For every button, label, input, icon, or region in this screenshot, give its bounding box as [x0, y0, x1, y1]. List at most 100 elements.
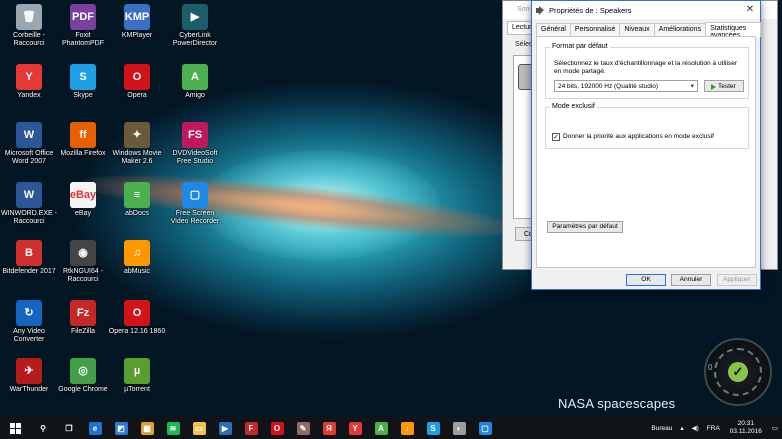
desktop-icon[interactable]: ◉ RtkNGUI64 - Raccourci	[54, 240, 112, 284]
app-icon: ▢	[182, 182, 208, 208]
desktop-icon-label: RtkNGUI64 - Raccourci	[62, 268, 104, 283]
desktop-icon[interactable]: ♫ abMusic	[108, 240, 166, 276]
desktop-icon-label: Windows Movie Maker 2.6	[112, 150, 162, 165]
taskbar-item[interactable]: S	[420, 417, 446, 439]
app-icon: ↻	[16, 300, 42, 326]
exclusive-mode-title: Mode exclusif	[550, 103, 597, 110]
taskbar-item[interactable]: ⚲	[30, 417, 56, 439]
cancel-button[interactable]: Annuler	[671, 274, 711, 286]
desktop-icon-label: Amigo	[185, 92, 205, 99]
app-icon: PDF	[70, 4, 96, 30]
desktop-icon[interactable]: eBay eBay	[54, 182, 112, 218]
desktop-icon[interactable]: S Skype	[54, 64, 112, 100]
taskbar-item[interactable]: ▶	[212, 417, 238, 439]
desktop-icon[interactable]: ◎ Google Chrome	[54, 358, 112, 394]
tab-personnalis-[interactable]: Personnalisé	[569, 23, 621, 37]
desktop-label[interactable]: Bureau	[651, 425, 672, 432]
tab-am-liorations[interactable]: Améliorations	[653, 23, 707, 37]
app-icon: ✦	[124, 122, 150, 148]
desktop-icon[interactable]: W WINWORD.EXE - Raccourci	[0, 182, 58, 226]
taskbar-item[interactable]: ❐	[56, 417, 82, 439]
desktop-icon[interactable]: 🗑 Corbeille - Raccourci	[0, 4, 58, 48]
exclusive-priority-checkbox[interactable]: ✓	[552, 133, 560, 141]
ok-button[interactable]: OK	[626, 274, 666, 286]
tab-statistiques-avanc-es[interactable]: Statistiques avancées	[705, 22, 761, 39]
format-select-value: 24 bits, 192000 Hz (Qualité studio)	[558, 83, 659, 90]
desktop-icon[interactable]: ≡ abDocs	[108, 182, 166, 218]
test-button[interactable]: Tester	[704, 80, 744, 92]
start-button[interactable]	[0, 417, 30, 439]
exclusive-priority-label[interactable]: Donner la priorité aux applications en m…	[563, 133, 714, 140]
desktop-icon[interactable]: Y Yandex	[0, 64, 58, 100]
app-icon: ▦	[140, 421, 154, 435]
taskbar-item[interactable]: O	[264, 417, 290, 439]
store-icon: ◩	[114, 421, 128, 435]
taskbar-item[interactable]: ≋	[160, 417, 186, 439]
app-icon: µ	[124, 358, 150, 384]
desktop-icon[interactable]: ▢ Free Screen Video Recorder	[166, 182, 224, 226]
notifications-icon[interactable]: ▭	[772, 424, 778, 432]
apply-button[interactable]: Appliquer	[717, 274, 757, 286]
spotify-icon: ≋	[166, 421, 180, 435]
desktop-icon-label: eBay	[75, 210, 91, 217]
taskbar-item[interactable]: ◩	[108, 417, 134, 439]
language-indicator[interactable]: FRA	[707, 425, 720, 432]
clock[interactable]: 20:31 03.11.2016	[730, 420, 762, 436]
desktop: NASA spacescapes 🗑 Corbeille - Raccourci P…	[0, 0, 782, 417]
restore-defaults-button[interactable]: Paramètres par défaut	[547, 221, 623, 233]
network-icon[interactable]: ▴	[680, 424, 683, 432]
desktop-icon[interactable]: KMP KMPlayer	[108, 4, 166, 40]
tab-panel-advanced: Format par défaut Sélectionnez le taux d…	[536, 36, 756, 268]
app-icon: Y	[16, 64, 42, 90]
app-icon: W	[16, 122, 42, 148]
desktop-icon-label: Mozilla Firefox	[60, 150, 106, 157]
opera-icon: O	[270, 421, 284, 435]
desktop-icon[interactable]: ▶ CyberLink PowerDirector	[166, 4, 224, 48]
screen-recorder-icon: ▢	[478, 421, 492, 435]
desktop-icon[interactable]: A Amigo	[166, 64, 224, 100]
speakers-properties-dialog[interactable]: Propriétés de : Speakers ✕ Général Person…	[531, 0, 761, 290]
clock-date: 03.11.2016	[729, 428, 762, 435]
desktop-icon[interactable]: FS DVDVideoSoft Free Studio	[166, 122, 224, 166]
desktop-icon[interactable]: ✈ WarThunder	[0, 358, 58, 394]
desktop-icon[interactable]: ff Mozilla Firefox	[54, 122, 112, 158]
desktop-icon[interactable]: Fz FileZilla	[54, 300, 112, 336]
desktop-icon[interactable]: µ µTorrent	[108, 358, 166, 394]
desktop-icon-label: abMusic	[123, 268, 151, 275]
taskbar-item[interactable]: ▢	[472, 417, 498, 439]
desktop-icon[interactable]: O Opera	[108, 64, 166, 100]
tab-niveaux[interactable]: Niveaux	[619, 23, 655, 37]
dialog-titlebar[interactable]: Propriétés de : Speakers ✕	[532, 1, 760, 19]
default-format-description: Sélectionnez le taux d'échantillonnage e…	[554, 60, 738, 75]
taskbar-item[interactable]: Я	[316, 417, 342, 439]
volume-icon[interactable]: ◀)	[692, 424, 699, 432]
desktop-icon[interactable]: W Microsoft Office Word 2007	[0, 122, 58, 166]
taskbar-item[interactable]: A	[368, 417, 394, 439]
taskbar-item[interactable]: F	[238, 417, 264, 439]
close-button[interactable]: ✕	[744, 4, 756, 16]
desktop-icon-label: KMPlayer	[121, 32, 153, 39]
desktop-icon[interactable]: PDF Foxit PhantomPDF	[54, 4, 112, 48]
desktop-icon-label: Yandex	[17, 92, 41, 99]
format-select[interactable]: 24 bits, 192000 Hz (Qualité studio) ▾	[554, 80, 698, 92]
taskbar-item[interactable]: ✎	[290, 417, 316, 439]
desktop-icon-label: Corbeille - Raccourci	[13, 32, 45, 47]
taskbar-item[interactable]: ♪	[394, 417, 420, 439]
app-icon: S	[70, 64, 96, 90]
dialog-title: Propriétés de : Speakers	[549, 5, 632, 15]
taskbar-item[interactable]: ◐	[446, 417, 472, 439]
taskbar-item[interactable]: ▦	[134, 417, 160, 439]
app-icon: ff	[70, 122, 96, 148]
desktop-icon[interactable]: ✦ Windows Movie Maker 2.6	[108, 122, 166, 166]
tab-g-n-ral[interactable]: Général	[536, 23, 571, 37]
taskbar-item[interactable]: e	[82, 417, 108, 439]
desktop-icon[interactable]: O Opera 12.16 1860	[108, 300, 166, 336]
desktop-icon[interactable]: B Bitdefender 2017	[0, 240, 58, 276]
gauge-widget[interactable]: 0 ✓	[704, 338, 772, 406]
taskbar-item[interactable]: ▭	[186, 417, 212, 439]
taskbar-item[interactable]: Y	[342, 417, 368, 439]
system-tray: Bureau ▴ ◀) FRA 20:31 03.11.2016 ▭	[647, 417, 782, 439]
check-icon: ✓	[728, 362, 748, 382]
desktop-icon[interactable]: ↻ Any Video Converter	[0, 300, 58, 344]
app-icon: ≡	[124, 182, 150, 208]
